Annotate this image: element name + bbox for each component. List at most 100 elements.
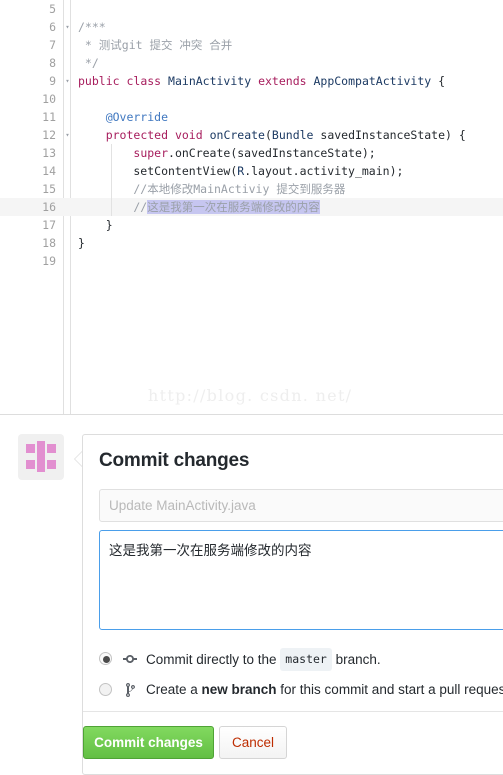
code-token: savedInstanceState) {	[313, 128, 466, 142]
code-line[interactable]: 5	[0, 0, 503, 18]
code-text: //这是我第一次在服务端修改的内容	[78, 198, 320, 216]
screen-root: 5 6 ▾/*** 7 * 测试git 提交 冲突 合并 8 */9 ▾ public cl…	[0, 0, 503, 775]
code-token: /***	[78, 20, 106, 34]
fold-arrow-icon[interactable]: ▾	[63, 72, 72, 90]
code-lines[interactable]: 5 6 ▾/*** 7 * 测试git 提交 冲突 合并 8 */9 ▾ public cl…	[0, 0, 503, 270]
line-number: 6	[49, 20, 56, 34]
line-number: 19	[42, 254, 56, 268]
code-token: {	[431, 74, 446, 88]
branch-name-chip: master	[280, 648, 332, 671]
line-number: 17	[42, 218, 56, 232]
code-token: super	[133, 146, 169, 160]
option1-text-after: branch.	[331, 652, 381, 667]
code-line[interactable]: 6 ▾ /***	[0, 18, 503, 36]
avatar-pixel	[47, 444, 56, 453]
code-token: }	[78, 218, 113, 232]
radio-new-branch[interactable]	[99, 683, 112, 696]
code-token: void	[174, 128, 203, 142]
git-commit-icon	[122, 651, 138, 667]
code-text: }	[78, 234, 85, 252]
code-token: setContentView(	[78, 164, 238, 178]
code-text: }	[78, 216, 113, 234]
code-line[interactable]: 12 ▾ protected void onCreate(Bundle saved…	[0, 126, 503, 144]
watermark-text: http://blog. csdn. net/	[148, 386, 353, 405]
code-line[interactable]: 16 //这是我第一次在服务端修改的内容	[0, 198, 503, 216]
code-token: //	[78, 200, 148, 214]
option2-text-after: for this commit and start a pull request…	[276, 682, 503, 697]
line-number: 15	[42, 182, 56, 196]
commit-changes-button[interactable]: Commit changes	[83, 726, 214, 759]
code-token: */	[78, 56, 99, 70]
code-line[interactable]: 17 }	[0, 216, 503, 234]
code-token: extends	[258, 74, 307, 88]
code-token: }	[78, 236, 85, 250]
code-token: public	[78, 74, 120, 88]
code-text: //本地修改MainActiviy 提交到服务器	[78, 180, 345, 198]
code-line[interactable]: 7 * 测试git 提交 冲突 合并	[0, 36, 503, 54]
code-line[interactable]: 10	[0, 90, 503, 108]
code-token: onCreate	[209, 128, 265, 142]
code-text: super.onCreate(savedInstanceState);	[78, 144, 376, 162]
code-line[interactable]: 14 setContentView(R.layout.activity_main…	[0, 162, 503, 180]
code-text: @Override	[78, 108, 168, 126]
line-number: 8	[49, 56, 56, 70]
fold-arrow-icon[interactable]: ▾	[63, 126, 72, 144]
radio-commit-directly[interactable]	[99, 652, 112, 665]
code-line[interactable]: 15 //本地修改MainActiviy 提交到服务器	[0, 180, 503, 198]
code-token: MainActivity	[168, 74, 252, 88]
code-text: setContentView(R.layout.activity_main);	[78, 162, 403, 180]
code-token: .onCreate(savedInstanceState);	[168, 146, 376, 160]
line-number: 7	[49, 38, 56, 52]
option1-text-before: Commit directly to the	[146, 652, 281, 667]
code-token: protected	[105, 128, 169, 142]
commit-summary-input[interactable]: Update MainActivity.java	[99, 489, 503, 522]
option2-strong: new branch	[201, 682, 277, 697]
commit-description-textarea[interactable]: 这是我第一次在服务端修改的内容	[99, 530, 503, 630]
code-editor[interactable]: 5 6 ▾/*** 7 * 测试git 提交 冲突 合并 8 */9 ▾ public cl…	[0, 0, 503, 415]
option-new-branch-label: Create a new branch for this commit and …	[146, 679, 503, 700]
cancel-button[interactable]: Cancel	[219, 726, 287, 759]
option2-text-before: Create a	[146, 682, 202, 697]
code-line[interactable]: 11 @Override	[0, 108, 503, 126]
code-line[interactable]: 19	[0, 252, 503, 270]
code-token: //本地修改MainActiviy 提交到服务器	[78, 182, 346, 196]
line-number: 9	[49, 74, 56, 88]
avatar-pixel	[26, 460, 35, 469]
line-number: 5	[49, 2, 56, 16]
line-number: 10	[42, 92, 56, 106]
code-token: class	[126, 74, 162, 88]
code-token: 这是我第一次在服务端修改的内容	[147, 200, 320, 214]
code-token: AppCompatActivity	[313, 74, 432, 88]
avatar-pixel	[47, 460, 56, 469]
code-text: protected void onCreate(Bundle savedInst…	[78, 126, 466, 144]
fold-arrow-icon[interactable]: ▾	[63, 18, 72, 36]
option-commit-directly-label: Commit directly to the master branch.	[146, 648, 381, 671]
code-text: public class MainActivity extends AppCom…	[78, 72, 445, 90]
code-line[interactable]: 9 ▾ public class MainActivity extends AppC…	[0, 72, 503, 90]
code-line[interactable]: 18}	[0, 234, 503, 252]
avatar-pixel	[37, 441, 45, 472]
line-number: 16	[42, 200, 56, 214]
code-token: Bundle	[271, 128, 314, 142]
identicon-avatar	[18, 434, 64, 480]
code-line[interactable]: 13 super.onCreate(savedInstanceState);	[0, 144, 503, 162]
line-number: 11	[42, 110, 56, 124]
line-number: 18	[42, 236, 56, 250]
code-token: .layout.activity_main);	[244, 164, 404, 178]
form-divider	[83, 711, 503, 712]
page-title: Commit changes	[99, 450, 250, 471]
code-token: * 测试git 提交 冲突 合并	[78, 38, 233, 52]
code-token: @Override	[78, 110, 169, 124]
code-text: /***	[78, 18, 106, 36]
line-number: 14	[42, 164, 56, 178]
code-line[interactable]: 8 */	[0, 54, 503, 72]
code-text: * 测试git 提交 冲突 合并	[78, 36, 232, 54]
git-branch-icon	[122, 682, 138, 698]
line-number: 12	[42, 128, 56, 142]
code-token: (	[264, 128, 272, 142]
